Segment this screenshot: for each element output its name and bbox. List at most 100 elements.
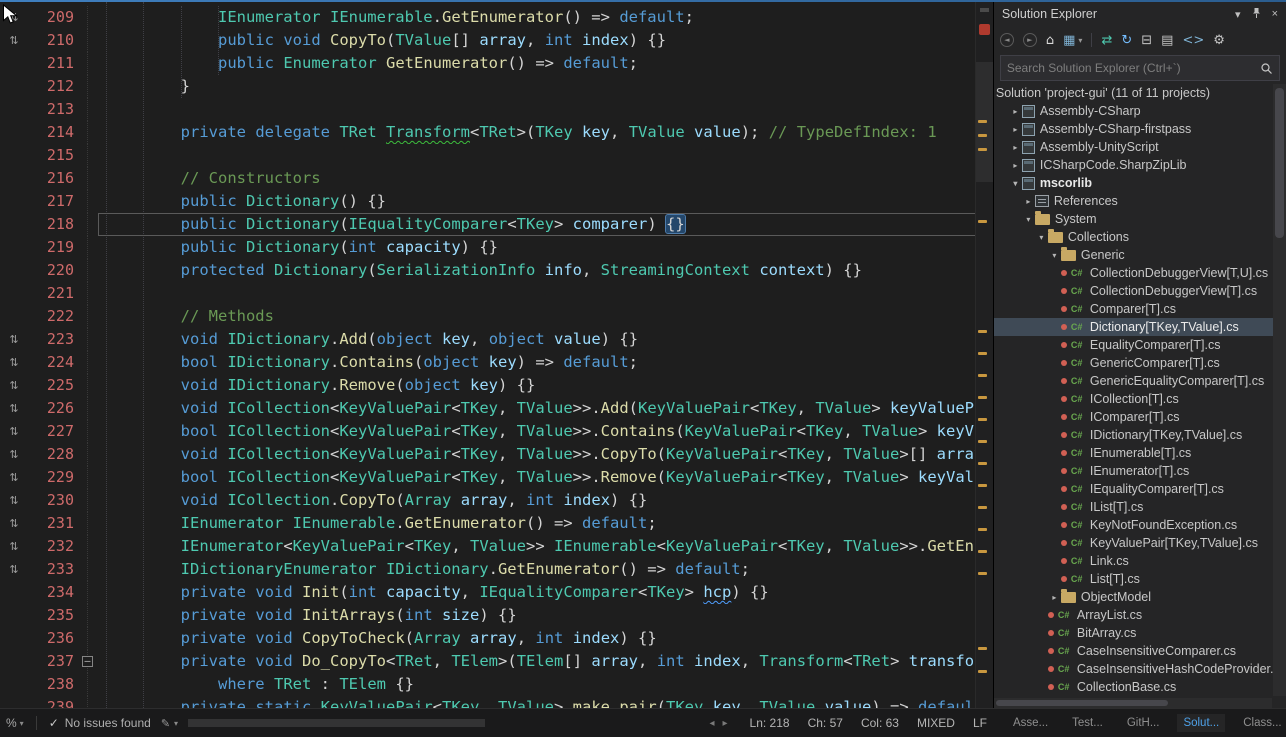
reference-indicator-icon[interactable]: ⇅ xyxy=(0,466,28,489)
expand-arrow-icon[interactable]: ▸ xyxy=(1009,125,1022,134)
reference-indicator-icon[interactable]: ⇅ xyxy=(0,374,28,397)
chevron-down-icon[interactable]: ▾ xyxy=(1078,36,1082,45)
tree-item[interactable]: ▾mscorlib xyxy=(994,174,1286,192)
tree-item[interactable]: ▾Collections xyxy=(994,228,1286,246)
collapse-all-icon[interactable]: ⊟ xyxy=(1141,34,1152,47)
show-all-files-icon[interactable]: ▤ xyxy=(1161,34,1173,47)
glyph-margin[interactable] xyxy=(0,696,28,708)
tree-item[interactable]: C#EqualityComparer[T].cs xyxy=(994,336,1286,354)
glyph-margin[interactable] xyxy=(0,167,28,190)
search-icon[interactable] xyxy=(1260,62,1273,75)
window-position-icon[interactable]: ▾ xyxy=(1235,8,1241,21)
refresh-icon[interactable]: ↻ xyxy=(1121,34,1132,47)
encoding-indicator[interactable]: MIXED xyxy=(917,716,955,730)
scrollbar-thumb[interactable] xyxy=(188,719,485,727)
tree-item[interactable]: ▸Assembly-CSharp xyxy=(994,102,1286,120)
reference-indicator-icon[interactable]: ⇅ xyxy=(0,558,28,581)
code-line[interactable]: 238 where TRet : TElem {} xyxy=(0,673,993,696)
code-line[interactable]: 215 xyxy=(0,144,993,167)
code-line[interactable]: ⇅226 void ICollection<KeyValuePair<TKey,… xyxy=(0,397,993,420)
se-vertical-scrollbar[interactable] xyxy=(1273,84,1286,696)
expand-arrow-icon[interactable]: ▸ xyxy=(1009,161,1022,170)
expand-arrow-icon[interactable]: ▸ xyxy=(1022,197,1035,206)
split-handle-icon[interactable] xyxy=(980,8,989,12)
expand-arrow-icon[interactable]: ▾ xyxy=(1035,233,1048,242)
code-line[interactable]: 239 private static KeyValuePair<TKey, TV… xyxy=(0,696,993,708)
glyph-margin[interactable] xyxy=(0,259,28,282)
se-horizontal-scrollbar[interactable] xyxy=(994,698,1272,708)
glyph-margin[interactable] xyxy=(0,213,28,236)
code-line[interactable]: ⇅224 bool IDictionary.Contains(object ke… xyxy=(0,351,993,374)
reference-indicator-icon[interactable]: ⇅ xyxy=(0,512,28,535)
code-line[interactable]: 217 public Dictionary() {} xyxy=(0,190,993,213)
view-code-icon[interactable]: <> xyxy=(1182,34,1204,47)
reference-indicator-icon[interactable]: ⇅ xyxy=(0,420,28,443)
reference-indicator-icon[interactable]: ⇅ xyxy=(0,328,28,351)
home-icon[interactable]: ⌂ xyxy=(1046,34,1054,47)
view-switch-icon[interactable]: ▦ xyxy=(1063,34,1075,47)
tree-item[interactable]: C#Comparer[T].cs xyxy=(994,300,1286,318)
tree-item[interactable]: ▸ObjectModel xyxy=(994,588,1286,606)
code-line[interactable]: ⇅227 bool ICollection<KeyValuePair<TKey,… xyxy=(0,420,993,443)
tree-item[interactable]: C#CaseInsensitiveHashCodeProvider.cs xyxy=(994,660,1286,678)
tree-item[interactable]: ▸Assembly-CSharp-firstpass xyxy=(994,120,1286,138)
tree-item[interactable]: C#IList[T].cs xyxy=(994,498,1286,516)
tree-item[interactable]: ▸Assembly-UnityScript xyxy=(994,138,1286,156)
tree-item[interactable]: C#GenericComparer[T].cs xyxy=(994,354,1286,372)
glyph-margin[interactable] xyxy=(0,236,28,259)
code-line[interactable]: 218 public Dictionary(IEqualityComparer<… xyxy=(0,213,993,236)
tree-item[interactable]: C#ArrayList.cs xyxy=(994,606,1286,624)
panel-tab[interactable]: Solut... xyxy=(1177,714,1225,732)
tree-item[interactable]: C#IComparer[T].cs xyxy=(994,408,1286,426)
tree-item[interactable]: C#GenericEqualityComparer[T].cs xyxy=(994,372,1286,390)
scrollbar-thumb[interactable] xyxy=(1275,88,1284,238)
tree-item[interactable]: C#CollectionBase.cs xyxy=(994,678,1286,696)
code-line[interactable]: 216 // Constructors xyxy=(0,167,993,190)
code-line[interactable]: 221 xyxy=(0,282,993,305)
panel-tab[interactable]: GitH... xyxy=(1121,714,1166,732)
glyph-margin[interactable] xyxy=(0,627,28,650)
code-line[interactable]: ⇅210 public void CopyTo(TValue[] array, … xyxy=(0,29,993,52)
reference-indicator-icon[interactable]: ⇅ xyxy=(0,351,28,374)
tree-item[interactable]: C#KeyValuePair[TKey,TValue].cs xyxy=(994,534,1286,552)
tree-item[interactable]: C#IEnumerable[T].cs xyxy=(994,444,1286,462)
scroll-right-icon[interactable]: ▸ xyxy=(723,718,728,729)
code-line[interactable]: ⇅209 IEnumerator IEnumerable.GetEnumerat… xyxy=(0,6,993,29)
glyph-margin[interactable] xyxy=(0,121,28,144)
tree-item[interactable]: ▾Generic xyxy=(994,246,1286,264)
code-line[interactable]: ⇅225 void IDictionary.Remove(object key)… xyxy=(0,374,993,397)
editor-vertical-scrollbar[interactable] xyxy=(975,2,993,708)
glyph-margin[interactable] xyxy=(0,282,28,305)
code-line[interactable]: 236 private void CopyToCheck(Array array… xyxy=(0,627,993,650)
expand-arrow-icon[interactable]: ▸ xyxy=(1009,107,1022,116)
panel-tab[interactable]: Asse... xyxy=(1007,714,1054,732)
code-line[interactable]: ⇅223 void IDictionary.Add(object key, ob… xyxy=(0,328,993,351)
tree-item[interactable]: C#Link.cs xyxy=(994,552,1286,570)
eol-indicator[interactable]: LF xyxy=(973,716,987,730)
char-indicator[interactable]: Ch: 57 xyxy=(808,716,843,730)
glyph-margin[interactable] xyxy=(0,604,28,627)
fold-collapse-icon[interactable]: – xyxy=(82,656,93,667)
editor[interactable]: ⇅209 IEnumerator IEnumerable.GetEnumerat… xyxy=(0,2,993,708)
tree-item[interactable]: C#BitArray.cs xyxy=(994,624,1286,642)
reference-indicator-icon[interactable]: ⇅ xyxy=(0,397,28,420)
tree-item[interactable]: C#IDictionary[TKey,TValue].cs xyxy=(994,426,1286,444)
tree-item[interactable]: C#CollectionDebuggerView[T,U].cs xyxy=(994,264,1286,282)
reference-indicator-icon[interactable]: ⇅ xyxy=(0,443,28,466)
reference-indicator-icon[interactable]: ⇅ xyxy=(0,489,28,512)
zoom-control[interactable]: % ▾ xyxy=(6,716,24,730)
code-line[interactable]: 222 // Methods xyxy=(0,305,993,328)
code-line[interactable]: ⇅228 void ICollection<KeyValuePair<TKey,… xyxy=(0,443,993,466)
expand-arrow-icon[interactable]: ▾ xyxy=(1009,179,1022,188)
code-line[interactable]: ⇅229 bool ICollection<KeyValuePair<TKey,… xyxy=(0,466,993,489)
panel-tab[interactable]: Test... xyxy=(1066,714,1109,732)
reference-indicator-icon[interactable]: ⇅ xyxy=(0,535,28,558)
glyph-margin[interactable] xyxy=(0,190,28,213)
chevron-down-icon[interactable]: ▾ xyxy=(174,719,178,728)
properties-icon[interactable]: ⚙ xyxy=(1213,34,1225,47)
tree-item[interactable]: Solution 'project-gui' (11 of 11 project… xyxy=(994,84,1286,102)
tree-item[interactable]: C#CollectionDebuggerView[T].cs xyxy=(994,282,1286,300)
forward-icon[interactable]: ► xyxy=(1023,33,1037,47)
tree-item[interactable]: C#ICollection[T].cs xyxy=(994,390,1286,408)
document-health-indicator[interactable]: ✓ No issues found xyxy=(49,716,151,730)
